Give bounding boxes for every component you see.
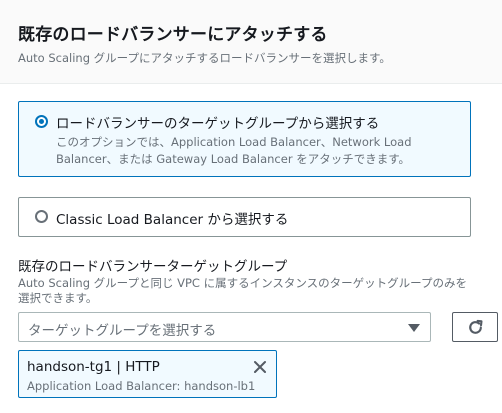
selected-target-group-token: handson-tg1 | HTTP Application Load Bala… <box>18 350 277 398</box>
refresh-icon <box>469 319 483 334</box>
option-target-group-description: このオプションでは、Application Load Balancer、Netw… <box>56 135 412 166</box>
refresh-button[interactable] <box>452 312 498 342</box>
page-subtitle: Auto Scaling グループにアタッチするロードバランサーを選択します。 <box>18 51 391 65</box>
target-group-select-placeholder: ターゲットグループを選択する <box>28 323 217 339</box>
section-header: 既存のロードバランサーにアタッチする Auto Scaling グループにアタッ… <box>0 0 502 84</box>
target-group-select[interactable]: ターゲットグループを選択する <box>18 312 431 342</box>
token-title: handson-tg1 | HTTP <box>27 359 160 375</box>
target-group-field-label: 既存のロードバランサーターゲットグループ <box>18 259 288 275</box>
option-classic-lb-label: Classic Load Balancer から選択する <box>56 212 289 228</box>
option-target-group-label: ロードバランサーのターゲットグループから選択する <box>56 116 380 132</box>
radio-selected-icon[interactable] <box>35 115 48 128</box>
radio-unselected-icon[interactable] <box>35 210 48 223</box>
page-title: 既存のロードバランサーにアタッチする <box>18 25 328 45</box>
token-subtitle: Application Load Balancer: handson-lb1 <box>27 379 256 393</box>
option-classic-lb[interactable]: Classic Load Balancer から選択する <box>18 197 471 237</box>
close-icon[interactable] <box>252 359 268 375</box>
option-target-group[interactable]: ロードバランサーのターゲットグループから選択する このオプションでは、Appli… <box>18 101 471 177</box>
target-group-field-description: Auto Scaling グループと同じ VPC に属するインスタンスのターゲッ… <box>18 276 467 305</box>
caret-down-icon <box>408 324 420 332</box>
